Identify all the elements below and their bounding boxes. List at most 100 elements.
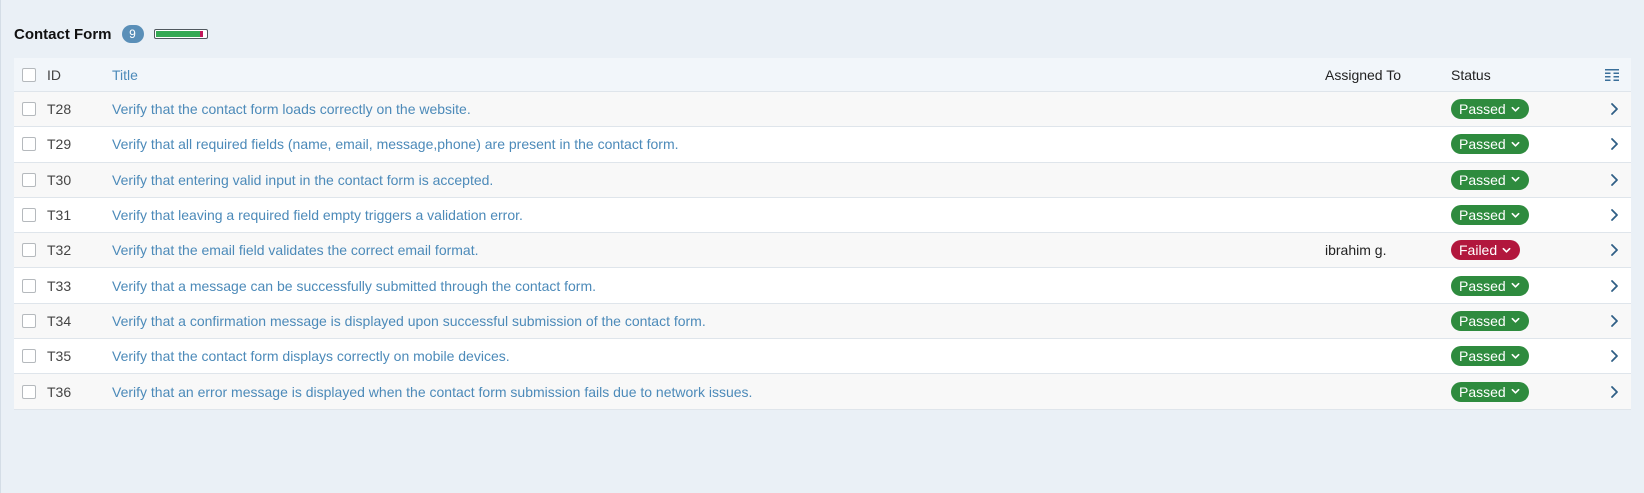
status-dropdown[interactable]: Passed: [1451, 346, 1529, 367]
column-settings-cell: [1601, 68, 1631, 81]
table-row[interactable]: T28 Verify that the contact form loads c…: [14, 92, 1631, 128]
table-row[interactable]: T32 Verify that the email field validate…: [14, 233, 1631, 269]
row-id: T33: [47, 277, 72, 294]
table-row[interactable]: T31 Verify that leaving a required field…: [14, 197, 1631, 234]
row-status-cell: Passed: [1451, 169, 1601, 190]
select-all-checkbox[interactable]: [22, 67, 36, 82]
chevron-right-icon[interactable]: [1609, 314, 1619, 328]
chevron-right-icon[interactable]: [1609, 243, 1619, 257]
chevron-right-icon[interactable]: [1609, 208, 1619, 222]
select-all-cell: [14, 67, 47, 82]
column-header-title[interactable]: Title: [112, 67, 1325, 83]
row-checkbox[interactable]: [22, 313, 36, 328]
status-dropdown[interactable]: Passed: [1451, 134, 1529, 155]
status-dropdown[interactable]: Passed: [1451, 99, 1529, 120]
progress-failed: [199, 31, 204, 37]
table-row[interactable]: T34 Verify that a confirmation message i…: [14, 303, 1631, 340]
table-row[interactable]: T36 Verify that an error message is disp…: [14, 374, 1631, 410]
progress-passed: [155, 31, 200, 37]
row-checkbox[interactable]: [22, 102, 36, 117]
row-open-cell: [1601, 243, 1631, 257]
row-select-cell: [14, 313, 47, 328]
status-dropdown[interactable]: Passed: [1451, 169, 1529, 190]
chevron-right-icon[interactable]: [1609, 137, 1619, 151]
row-title-link[interactable]: Verify that all required fields (name, e…: [112, 136, 1325, 152]
status-label: Passed: [1459, 383, 1506, 400]
row-checkbox[interactable]: [22, 243, 36, 258]
row-title-link[interactable]: Verify that the contact form displays co…: [112, 348, 1325, 364]
section-title[interactable]: Contact Form: [14, 26, 112, 43]
column-header-id[interactable]: ID: [47, 67, 112, 83]
table-row[interactable]: T30 Verify that entering valid input in …: [14, 162, 1631, 198]
row-title-link[interactable]: Verify that the contact form loads corre…: [112, 101, 1325, 117]
status-label: Passed: [1459, 136, 1506, 153]
row-checkbox[interactable]: [22, 384, 36, 399]
table-row[interactable]: T35 Verify that the contact form display…: [14, 339, 1631, 375]
row-checkbox[interactable]: [22, 278, 36, 293]
chevron-right-icon[interactable]: [1609, 173, 1619, 187]
row-id: T36: [47, 383, 72, 400]
chevron-right-icon[interactable]: [1609, 385, 1619, 399]
status-label: Passed: [1459, 171, 1506, 188]
row-checkbox[interactable]: [22, 172, 36, 187]
row-id: T31: [47, 207, 72, 224]
status-dropdown[interactable]: Passed: [1451, 310, 1529, 331]
chevron-right-icon[interactable]: [1609, 349, 1619, 363]
table-row[interactable]: T29 Verify that all required fields (nam…: [14, 127, 1631, 163]
count-badge: 9: [121, 25, 144, 43]
chevron-down-icon: [1511, 141, 1520, 147]
row-open-cell: [1601, 173, 1631, 187]
column-header-assigned[interactable]: Assigned To: [1325, 67, 1451, 83]
row-select-cell: [14, 384, 47, 399]
chevron-right-icon[interactable]: [1609, 102, 1619, 116]
row-title-link[interactable]: Verify that a confirmation message is di…: [112, 313, 1325, 329]
row-open-cell: [1601, 314, 1631, 328]
row-title-link[interactable]: Verify that a message can be successfull…: [112, 278, 1325, 294]
row-title-link[interactable]: Verify that leaving a required field emp…: [112, 207, 1325, 223]
status-label: Passed: [1459, 277, 1506, 294]
row-checkbox[interactable]: [22, 349, 36, 364]
row-open-cell: [1601, 279, 1631, 293]
column-header-status[interactable]: Status: [1451, 67, 1601, 83]
row-select-cell: [14, 278, 47, 293]
status-dropdown[interactable]: Passed: [1451, 205, 1529, 226]
row-title-link[interactable]: Verify that the email field validates th…: [112, 242, 1325, 258]
row-title-link[interactable]: Verify that an error message is displaye…: [112, 384, 1325, 400]
row-status-cell: Passed: [1451, 310, 1601, 331]
row-status-cell: Passed: [1451, 346, 1601, 367]
row-select-cell: [14, 243, 47, 258]
chevron-down-icon: [1511, 353, 1520, 359]
row-id: T29: [47, 136, 72, 153]
row-id: T30: [47, 171, 72, 188]
status-label: Passed: [1459, 312, 1506, 329]
row-status-cell: Passed: [1451, 381, 1601, 402]
chevron-down-icon: [1502, 247, 1511, 253]
row-open-cell: [1601, 102, 1631, 116]
chevron-right-icon[interactable]: [1609, 279, 1619, 293]
status-label: Passed: [1459, 101, 1506, 118]
row-id: T32: [47, 242, 72, 259]
test-cases-table: ID Title Assigned To Status T28 Verify t…: [14, 58, 1631, 410]
row-status-cell: Failed: [1451, 240, 1601, 261]
chevron-down-icon: [1511, 283, 1520, 288]
row-checkbox[interactable]: [22, 137, 36, 152]
table-row[interactable]: T33 Verify that a message can be success…: [14, 268, 1631, 304]
row-status-cell: Passed: [1451, 134, 1601, 155]
row-checkbox[interactable]: [22, 208, 36, 223]
row-open-cell: [1601, 349, 1631, 363]
column-settings-icon[interactable]: [1605, 68, 1619, 81]
row-id: T28: [47, 101, 72, 118]
page-edge: [0, 0, 1, 493]
status-dropdown[interactable]: Passed: [1451, 275, 1529, 296]
row-select-cell: [14, 349, 47, 364]
row-select-cell: [14, 208, 47, 223]
row-open-cell: [1601, 208, 1631, 222]
chevron-down-icon: [1511, 177, 1520, 182]
status-dropdown[interactable]: Passed: [1451, 381, 1529, 402]
row-title-link[interactable]: Verify that entering valid input in the …: [112, 172, 1325, 188]
status-dropdown[interactable]: Failed: [1451, 240, 1521, 261]
table-body: T28 Verify that the contact form loads c…: [14, 92, 1631, 410]
chevron-down-icon: [1511, 106, 1520, 112]
row-assignee: ibrahim g.: [1325, 242, 1387, 259]
table-header: ID Title Assigned To Status: [14, 58, 1631, 92]
